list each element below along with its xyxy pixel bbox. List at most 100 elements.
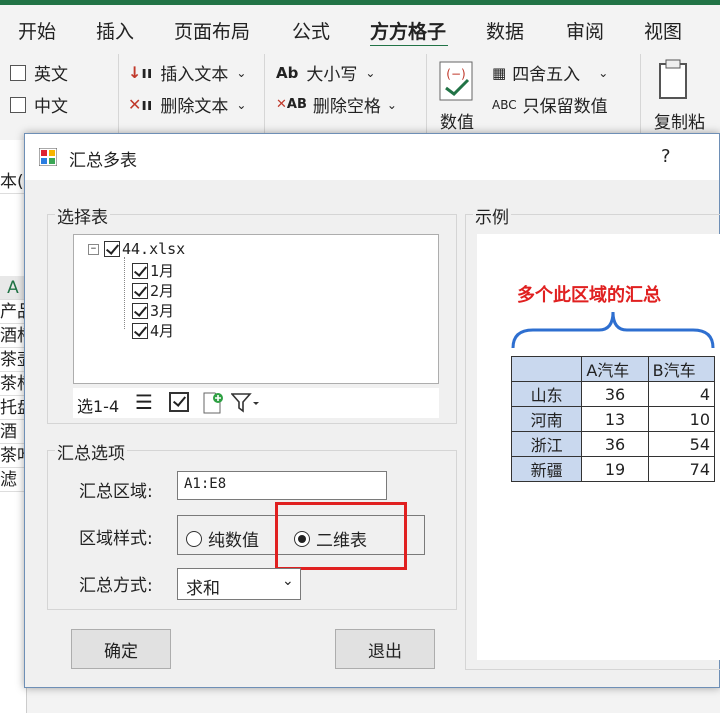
method-label: 汇总方式: (79, 576, 153, 596)
summarize-dialog: 汇总多表 ? 选择表 − 44.xlsx 1月 2月 3月 4月 选1-4 ☰ (24, 133, 720, 688)
tab-review[interactable]: 审阅 (566, 17, 604, 44)
method-select[interactable]: 求和 ⌄ (177, 568, 301, 600)
tab-home[interactable]: 开始 (18, 17, 56, 44)
tab-insert[interactable]: 插入 (96, 17, 134, 44)
sheet-cell[interactable]: 茶壶 (0, 348, 26, 372)
select-sheets-legend: 选择表 (55, 203, 110, 228)
round-icon: ▦ (492, 63, 507, 82)
paste-button[interactable]: 复制粘 (652, 58, 720, 142)
root-label: 44.xlsx (122, 240, 186, 258)
sheet-cell[interactable]: 酒 (0, 420, 26, 444)
case-label: 大小写 (306, 65, 358, 85)
range-input[interactable]: A1:E8 (177, 471, 387, 500)
table-cell: 10 (647, 406, 716, 432)
tree-item-sheet1[interactable]: 1月 (132, 260, 174, 281)
sheet-cell[interactable]: 托盘 (0, 396, 26, 420)
sheet4-checkbox[interactable] (132, 322, 148, 339)
example-canvas: 多个此区域的汇总 A汽车 B汽车 山东 36 4 河南 13 10 浙江 36 (477, 234, 720, 660)
keep-values-label: 只保留数值 (522, 97, 608, 117)
sheet-cell[interactable]: 茶叶 (0, 444, 26, 468)
tab-formulas[interactable]: 公式 (292, 17, 330, 44)
chevron-down-icon: ⌄ (365, 65, 376, 80)
round-button[interactable]: ▦ 四舍五入 ⌄ (492, 60, 608, 86)
tree-item-sheet4[interactable]: 4月 (132, 320, 174, 341)
table-header-cell (510, 356, 583, 382)
sheet-cell: 本( (0, 170, 26, 194)
sheet-cell[interactable]: 产品 (0, 300, 26, 324)
svg-text:(−): (−) (446, 67, 465, 81)
table-row-label: 山东 (510, 381, 583, 407)
radio-plain-circle (186, 530, 202, 547)
chinese-label: 中文 (34, 97, 68, 117)
table-header-cell: A汽车 (581, 356, 649, 382)
table-cell: 36 (581, 431, 649, 457)
sheet3-checkbox[interactable] (132, 302, 148, 319)
checkbox-box (10, 64, 26, 81)
delete-text-button[interactable]: ✕ıı 删除文本 ⌄ (128, 92, 246, 117)
divider (426, 54, 427, 134)
paste-label: 复制粘 (654, 113, 705, 133)
ok-button[interactable]: 确定 (71, 629, 171, 669)
sheet1-label: 1月 (150, 262, 175, 280)
table-row-label: 浙江 (510, 431, 583, 457)
english-checkbox[interactable]: 英文 (10, 60, 68, 85)
table-cell: 54 (647, 431, 716, 457)
summary-options-legend: 汇总选项 (55, 439, 127, 464)
list-icon[interactable]: ☰ (135, 390, 153, 414)
checkbox-box (10, 96, 26, 113)
table-row-label: 新疆 (510, 456, 583, 482)
brace-icon (511, 311, 715, 349)
tree-root[interactable]: − 44.xlsx (88, 240, 185, 258)
tree-line (124, 257, 126, 329)
delete-spaces-label: 删除空格 (312, 97, 381, 117)
sheet-tree[interactable]: − 44.xlsx 1月 2月 3月 4月 (73, 234, 439, 384)
sheet-cell[interactable]: 茶杯 (0, 372, 26, 396)
select-range-button[interactable]: 选1-4 (77, 393, 119, 417)
exit-button[interactable]: 退出 (335, 629, 435, 669)
sheet4-label: 4月 (150, 322, 175, 340)
round-label: 四舍五入 (512, 65, 581, 85)
table-cell: 4 (647, 381, 716, 407)
number-icon: (−) (439, 61, 473, 101)
tab-view[interactable]: 视图 (644, 17, 682, 44)
root-checkbox[interactable] (104, 241, 120, 257)
range-label: 汇总区域: (79, 482, 153, 502)
column-header-a[interactable]: A (0, 276, 26, 300)
table-cell: 74 (647, 456, 716, 482)
sheet1-checkbox[interactable] (132, 262, 148, 279)
number-button[interactable]: (−) 数值 (436, 58, 482, 142)
tab-page-layout[interactable]: 页面布局 (174, 17, 250, 44)
table-row: 河南 13 10 (510, 406, 716, 432)
table-cell: 19 (581, 456, 649, 482)
highlight-box (275, 502, 407, 570)
spreadsheet-background: 本( A 产品 酒杯 茶壶 茶杯 托盘 酒 茶叶 滤 (0, 140, 27, 713)
radio-plain-values[interactable]: 纯数值 (186, 526, 259, 551)
tree-item-sheet2[interactable]: 2月 (132, 280, 174, 301)
insert-text-icon: ↓ıı (128, 63, 153, 82)
case-icon: Ab (276, 63, 299, 82)
filter-icon[interactable] (231, 392, 261, 414)
insert-text-button[interactable]: ↓ıı 插入文本 ⌄ (128, 60, 246, 85)
dialog-title: 汇总多表 (69, 151, 137, 171)
english-label: 英文 (34, 65, 68, 85)
tab-data[interactable]: 数据 (486, 17, 524, 44)
keep-values-button[interactable]: ABC 只保留数值 (492, 92, 608, 117)
check-all-icon[interactable] (169, 392, 189, 412)
number-label: 数值 (440, 113, 474, 133)
add-file-icon[interactable] (201, 391, 225, 415)
table-cell: 13 (581, 406, 649, 432)
collapse-icon[interactable]: − (88, 243, 99, 255)
example-legend: 示例 (473, 203, 511, 228)
delete-spaces-button[interactable]: ✕AB 删除空格 ⌄ (276, 92, 397, 117)
sheet-cell[interactable]: 滤 (0, 468, 26, 492)
chinese-checkbox[interactable]: 中文 (10, 92, 68, 117)
tree-item-sheet3[interactable]: 3月 (132, 300, 174, 321)
help-button[interactable]: ? (661, 146, 671, 167)
tab-fangfang[interactable]: 方方格子 (370, 17, 446, 44)
ribbon: 英文 中文 ↓ıı 插入文本 ⌄ ✕ıı 删除文本 ⌄ Ab 大小写 ⌄ ✕AB… (0, 46, 720, 141)
table-row: 浙江 36 54 (510, 431, 716, 457)
sheet2-checkbox[interactable] (132, 282, 148, 299)
sheet-cell[interactable]: 酒杯 (0, 324, 26, 348)
case-button[interactable]: Ab 大小写 ⌄ (276, 60, 376, 86)
divider (264, 54, 265, 134)
